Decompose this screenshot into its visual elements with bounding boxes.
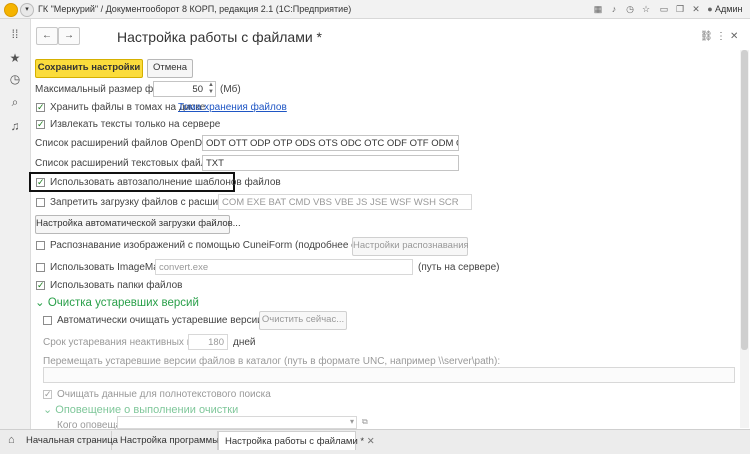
max-size-unit: (Мб) [220,84,241,95]
link-icon[interactable]: ⛓ [700,31,713,42]
notify-section-label: Оповещение о выполнении очистки [55,404,239,416]
scrollbar-thumb[interactable] [741,50,748,350]
imagemagick-note: (путь на сервере) [418,262,500,273]
tab-program[interactable]: Настройка программы [114,431,219,450]
app-logo-icon[interactable] [4,3,18,17]
close-icon[interactable]: ✕ [367,436,375,447]
save-button[interactable]: Сохранить настройки [35,59,143,78]
store-volumes-checkbox[interactable]: ✓ [36,103,45,112]
chevron-down-icon: ⌄ [43,404,53,416]
autofill-label: Использовать автозаполнение шаблонов фай… [50,177,281,188]
obsolete-term-input[interactable]: 180 [188,334,228,350]
extract-text-label: Извлекать тексты только на сервере [50,119,221,130]
cleanup-section-label: Очистка устаревших версий [47,297,199,309]
folders-checkbox[interactable]: ✓ [36,281,45,290]
notify-section-title[interactable]: ⌄ Оповещение о выполнении очистки [43,403,238,416]
minimize-icon[interactable]: ▭ [658,3,670,15]
home-icon[interactable]: ⌂ [8,434,15,446]
text-ext-label: Список расширений текстовых файлов: [35,158,221,169]
back-button[interactable]: ← [36,27,58,45]
restore-icon[interactable]: ❐ [674,3,686,15]
search-icon[interactable]: ⌕ [6,93,24,111]
user-name[interactable]: Админ [715,4,742,14]
history-icon[interactable]: ◷ [624,3,636,15]
bell-icon[interactable]: ♫ [6,117,24,135]
move-path-input[interactable] [43,367,735,383]
stepper-icon[interactable]: ▲ ▼ [208,82,215,96]
text-ext-input[interactable]: TXT [202,155,459,171]
dropdown-icon[interactable]: ▾ [350,417,354,426]
more-icon[interactable]: ⋮ [716,31,726,42]
cancel-button[interactable]: Отмена [147,59,193,78]
star-icon[interactable]: ☆ [640,3,652,15]
cleanup-now-button[interactable]: Очистить сейчас... [259,311,347,330]
max-size-input[interactable]: 50 [153,81,216,97]
close-icon[interactable]: ✕ [690,3,702,15]
grid-icon[interactable]: ▦ [592,3,604,15]
bell-icon[interactable]: ♪ [608,3,620,15]
tab-files[interactable]: Настройка работы с файлами * ✕ [218,431,375,450]
opendoc-input[interactable]: ODT OTT ODP OTP ODS OTS ODC OTC ODF OTF … [202,135,459,151]
move-label: Перемещать устаревшие версии файлов в ка… [43,356,501,367]
app-menu-icon[interactable]: ▾ [20,3,34,17]
window-title: ГК "Меркурий" / Документооборот 8 КОРП, … [38,4,352,14]
auto-cleanup-checkbox[interactable] [43,316,52,325]
cuneiform-checkbox[interactable] [36,241,45,250]
apps-icon[interactable]: ⁞⁞ [6,25,24,43]
page-title: Настройка работы с файлами * [117,29,322,45]
history-icon[interactable]: ◷ [6,70,24,88]
notify-who-input[interactable] [117,416,357,429]
autofill-checkbox[interactable]: ✓ [36,178,45,187]
forbid-input[interactable]: COM EXE BAT CMD VBS VBE JS JSE WSF WSH S… [218,194,472,210]
imagemagick-checkbox[interactable] [36,263,45,272]
tab-home[interactable]: Начальная страница [20,431,118,450]
obsolete-term-unit: дней [233,337,256,348]
fulltext-label: Очищать данные для полнотекстового поиск… [57,389,271,400]
form-close-icon[interactable]: ✕ [730,31,738,42]
recognition-button[interactable]: Настройки распознавания [352,237,469,256]
forbid-checkbox[interactable] [36,198,45,207]
imagemagick-input[interactable]: convert.exe [155,259,413,275]
fulltext-checkbox[interactable]: ✓ [43,390,52,399]
open-icon[interactable]: ⧉ [362,417,368,427]
volumes-link[interactable]: Тома хранения файлов [178,102,287,113]
folders-label: Использовать папки файлов [50,280,183,291]
star-icon[interactable]: ★ [6,49,24,67]
tab-files-label: Настройка работы с файлами * [225,436,365,447]
chevron-down-icon: ⌄ [35,297,45,309]
cleanup-section-title[interactable]: ⌄ Очистка устаревших версий [35,295,199,309]
extract-text-checkbox[interactable]: ✓ [36,120,45,129]
forward-button[interactable]: → [58,27,80,45]
autoload-button[interactable]: Настройка автоматической загрузки файлов… [35,215,241,234]
